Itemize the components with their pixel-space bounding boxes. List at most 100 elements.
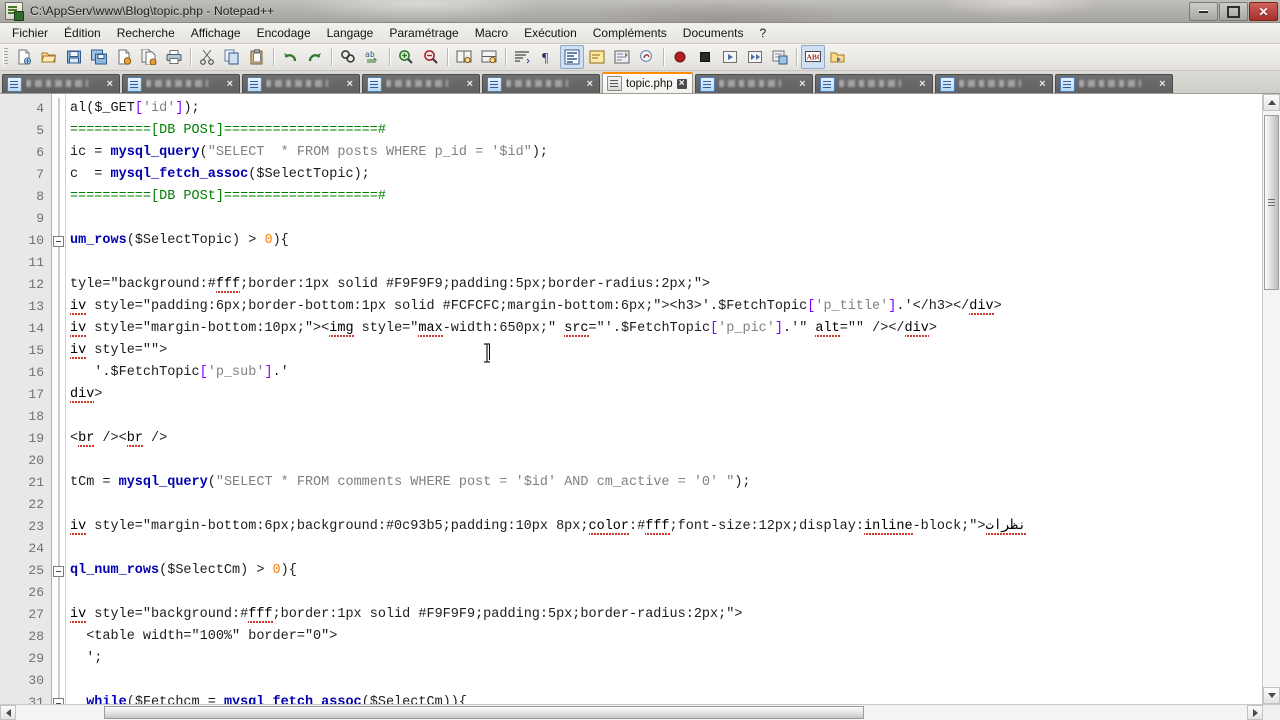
document-map-button[interactable] [610,45,634,69]
fold-toggle-line-31[interactable] [52,692,65,704]
horizontal-scroll-thumb[interactable] [104,706,864,719]
menu-item-help[interactable]: ? [752,24,775,42]
play-macro-button[interactable] [718,45,742,69]
word-wrap-button[interactable] [510,45,534,69]
tab-close-icon[interactable]: × [1038,78,1046,90]
horizontal-scroll-track[interactable] [16,705,1247,720]
line-number: 15 [28,343,44,358]
tab-close-icon[interactable]: × [676,78,687,89]
close-button[interactable]: ✕ [1249,2,1278,21]
save-macro-button[interactable] [768,45,792,69]
find-button[interactable] [336,45,360,69]
document-tab-4[interactable]: × [362,74,480,93]
scroll-up-button[interactable] [1263,94,1280,111]
zoom-out-icon [424,50,438,64]
code-line-14: iv style="margin-bottom:10px;"><img styl… [70,321,937,337]
stop-recording-button[interactable] [693,45,717,69]
menu-item-documents[interactable]: Documents [675,24,752,42]
document-tab-3[interactable]: × [242,74,360,93]
tab-close-icon[interactable]: × [466,78,474,90]
menu-item-affichage[interactable]: Affichage [183,24,249,42]
print-button[interactable] [162,45,186,69]
scroll-down-button[interactable] [1263,687,1280,704]
code-line-6: ic = mysql_query("SELECT * FROM posts WH… [70,145,549,160]
function-list-button[interactable] [635,45,659,69]
document-tab-8[interactable]: × [814,74,933,93]
scintilla-editor[interactable]: 4 5 6 7 8 9 10 11 12 13 14 15 16 17 18 1… [0,94,1262,704]
cut-button[interactable] [195,45,219,69]
spell-check-button[interactable]: ABC [801,45,825,69]
menu-item-macro[interactable]: Macro [467,24,516,42]
code-line-31: while($Fetchcm = mysql_fetch_assoc($Sele… [70,695,467,704]
horizontal-scrollbar[interactable] [0,704,1280,720]
zoom-in-button[interactable] [394,45,418,69]
menu-item-parametrage[interactable]: Paramétrage [381,24,466,42]
text-mouse-cursor [484,343,490,363]
document-tab-topic-php[interactable]: topic.php × [602,72,693,93]
tab-label [1078,78,1155,90]
restore-button[interactable] [1219,2,1248,21]
sync-horizontal-button[interactable] [477,45,501,69]
document-tab-1[interactable]: × [2,74,120,93]
minimize-button[interactable] [1189,2,1218,21]
run-button[interactable] [826,45,850,69]
open-file-button[interactable] [37,45,61,69]
toolbar-grip[interactable] [3,48,8,66]
scroll-right-button[interactable] [1247,705,1263,720]
vertical-scroll-thumb[interactable] [1264,115,1279,290]
undo-button[interactable] [278,45,302,69]
user-defined-dialog-button[interactable] [585,45,609,69]
document-tab-9[interactable]: × [934,74,1053,93]
fold-toggle-line-25[interactable] [52,560,65,582]
save-button[interactable] [62,45,86,69]
fold-margin[interactable] [52,94,66,704]
vertical-scrollbar[interactable] [1262,94,1280,704]
tab-close-icon[interactable]: × [346,78,354,90]
show-all-chars-button[interactable]: ¶ [535,45,559,69]
record-macro-button[interactable] [668,45,692,69]
document-tab-7[interactable]: × [694,74,813,93]
menu-item-langage[interactable]: Langage [319,24,382,42]
document-tab-10[interactable]: × [1054,74,1173,93]
code-line-4: al($_GET['id']); [70,101,200,116]
new-file-button[interactable] [12,45,36,69]
code-text[interactable]: al($_GET['id']); ==========[DB POSt]====… [66,94,1262,704]
indent-guide-button[interactable] [560,45,584,69]
vertical-scroll-track[interactable] [1263,111,1280,687]
fold-collapse-icon [53,697,64,704]
close-all-button[interactable] [137,45,161,69]
scroll-left-button[interactable] [0,705,16,720]
tab-close-icon[interactable]: × [106,78,114,90]
replace-icon: ab [365,50,378,63]
zoom-out-button[interactable] [419,45,443,69]
run-macro-multiple-button[interactable] [743,45,767,69]
document-tab-5[interactable]: × [482,74,600,93]
menu-item-encodage[interactable]: Encodage [249,24,319,42]
menu-item-complements[interactable]: Compléments [585,24,675,42]
tab-label [386,78,462,90]
redo-button[interactable] [303,45,327,69]
close-file-button[interactable] [112,45,136,69]
replace-button[interactable]: ab [361,45,385,69]
tab-close-icon[interactable]: × [226,78,234,90]
toolbar-separator [190,48,192,66]
tab-close-icon[interactable]: × [798,78,806,90]
copy-button[interactable] [220,45,244,69]
paste-button[interactable] [245,45,269,69]
line-number-gutter: 4 5 6 7 8 9 10 11 12 13 14 15 16 17 18 1… [0,94,52,704]
tab-close-icon[interactable]: × [918,78,926,90]
menu-item-execution[interactable]: Exécution [516,24,585,42]
menu-item-recherche[interactable]: Recherche [109,24,183,42]
save-all-button[interactable] [87,45,111,69]
menu-item-edition[interactable]: Édition [56,24,109,42]
line-number: 17 [28,387,44,402]
tab-close-icon[interactable]: × [1158,78,1166,90]
menu-item-fichier[interactable]: Fichier [4,24,56,42]
sync-vertical-button[interactable] [452,45,476,69]
fold-toggle-line-10[interactable] [52,230,65,252]
line-number: 19 [28,431,44,446]
play-macro-icon [723,51,737,63]
document-tab-2[interactable]: × [122,74,240,93]
tab-close-icon[interactable]: × [586,78,594,90]
